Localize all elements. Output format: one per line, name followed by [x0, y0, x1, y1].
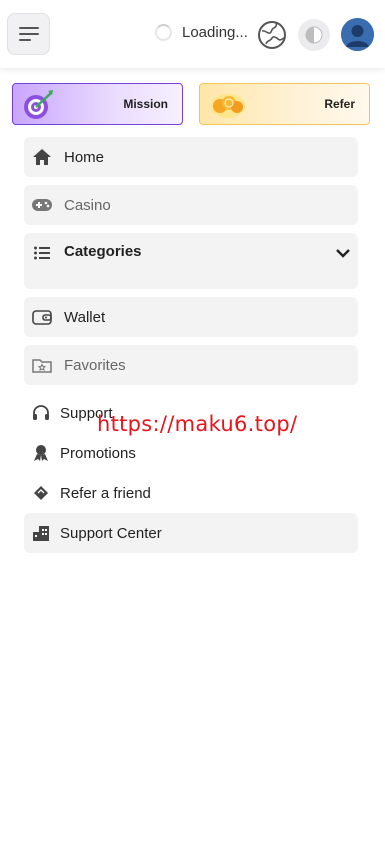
sidebar-item-label: Refer a friend	[60, 484, 151, 502]
headset-icon	[31, 403, 51, 423]
list-icon	[32, 243, 52, 263]
award-icon	[31, 443, 51, 463]
sidebar-item-label: Promotions	[60, 444, 136, 462]
theme-toggle-icon	[305, 26, 323, 44]
sidebar-item-wallet[interactable]: Wallet	[24, 297, 358, 337]
coins-icon	[211, 94, 245, 118]
sidebar-item-home[interactable]: Home	[24, 137, 358, 177]
refer-button[interactable]: Refer	[199, 83, 370, 125]
mission-label: Mission	[123, 97, 168, 111]
sidebar-item-label: Wallet	[64, 308, 106, 326]
hamburger-icon	[18, 27, 39, 41]
chevron-down-icon[interactable]	[336, 245, 350, 262]
theme-toggle-button[interactable]	[298, 19, 330, 51]
url-watermark: https://maku6.top/	[97, 412, 298, 436]
sidebar-item-favorites[interactable]: Favorites	[24, 345, 358, 385]
avatar[interactable]	[341, 18, 374, 51]
globe-icon[interactable]	[257, 20, 287, 50]
loading-indicator: Loading...	[155, 24, 248, 41]
spinner-icon	[155, 24, 172, 41]
top-bar: Loading...	[0, 0, 385, 68]
sidebar-item-refer-friend[interactable]: Refer a friend	[24, 473, 358, 513]
sidebar-item-label: Home	[64, 148, 105, 166]
home-icon	[32, 147, 52, 167]
folder-star-icon	[32, 355, 52, 375]
ticket-icon	[31, 483, 51, 503]
sidebar-item-label: Casino	[64, 196, 111, 214]
sidebar-item-casino[interactable]: Casino	[24, 185, 358, 225]
wallet-icon	[32, 307, 52, 327]
menu-button[interactable]	[7, 13, 50, 55]
sidebar-item-promotions[interactable]: Promotions	[24, 433, 358, 473]
sidebar-item-categories[interactable]: Categories	[24, 233, 358, 289]
sidebar-item-label: Support Center	[60, 524, 162, 542]
gamepad-icon	[32, 195, 52, 215]
user-avatar-icon	[341, 18, 374, 51]
loading-text: Loading...	[182, 24, 248, 41]
sidebar-item-label: Categories	[64, 243, 142, 260]
building-icon	[31, 523, 51, 543]
target-icon	[24, 90, 53, 119]
sidebar-item-label: Favorites	[64, 356, 126, 374]
refer-label: Refer	[324, 97, 355, 111]
mission-button[interactable]: Mission	[12, 83, 183, 125]
sidebar-item-support-center[interactable]: Support Center	[24, 513, 358, 553]
